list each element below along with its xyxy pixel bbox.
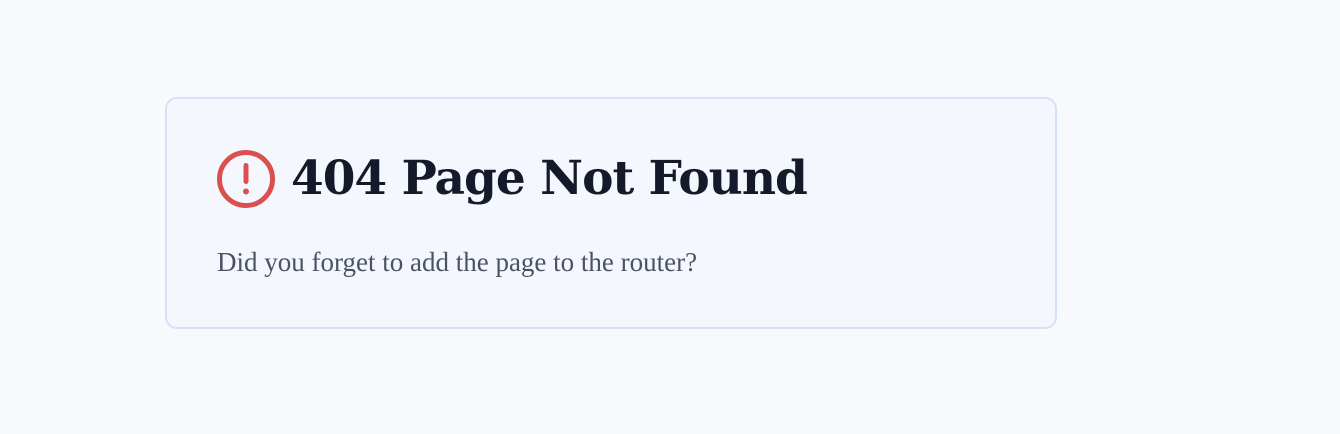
heading-row: 404 Page Not Found	[217, 149, 808, 209]
page-title: 404 Page Not Found	[291, 151, 808, 206]
not-found-card: 404 Page Not Found Did you forget to add…	[165, 97, 1057, 329]
error-message: Did you forget to add the page to the ro…	[217, 247, 698, 277]
alert-circle-icon	[217, 150, 275, 208]
